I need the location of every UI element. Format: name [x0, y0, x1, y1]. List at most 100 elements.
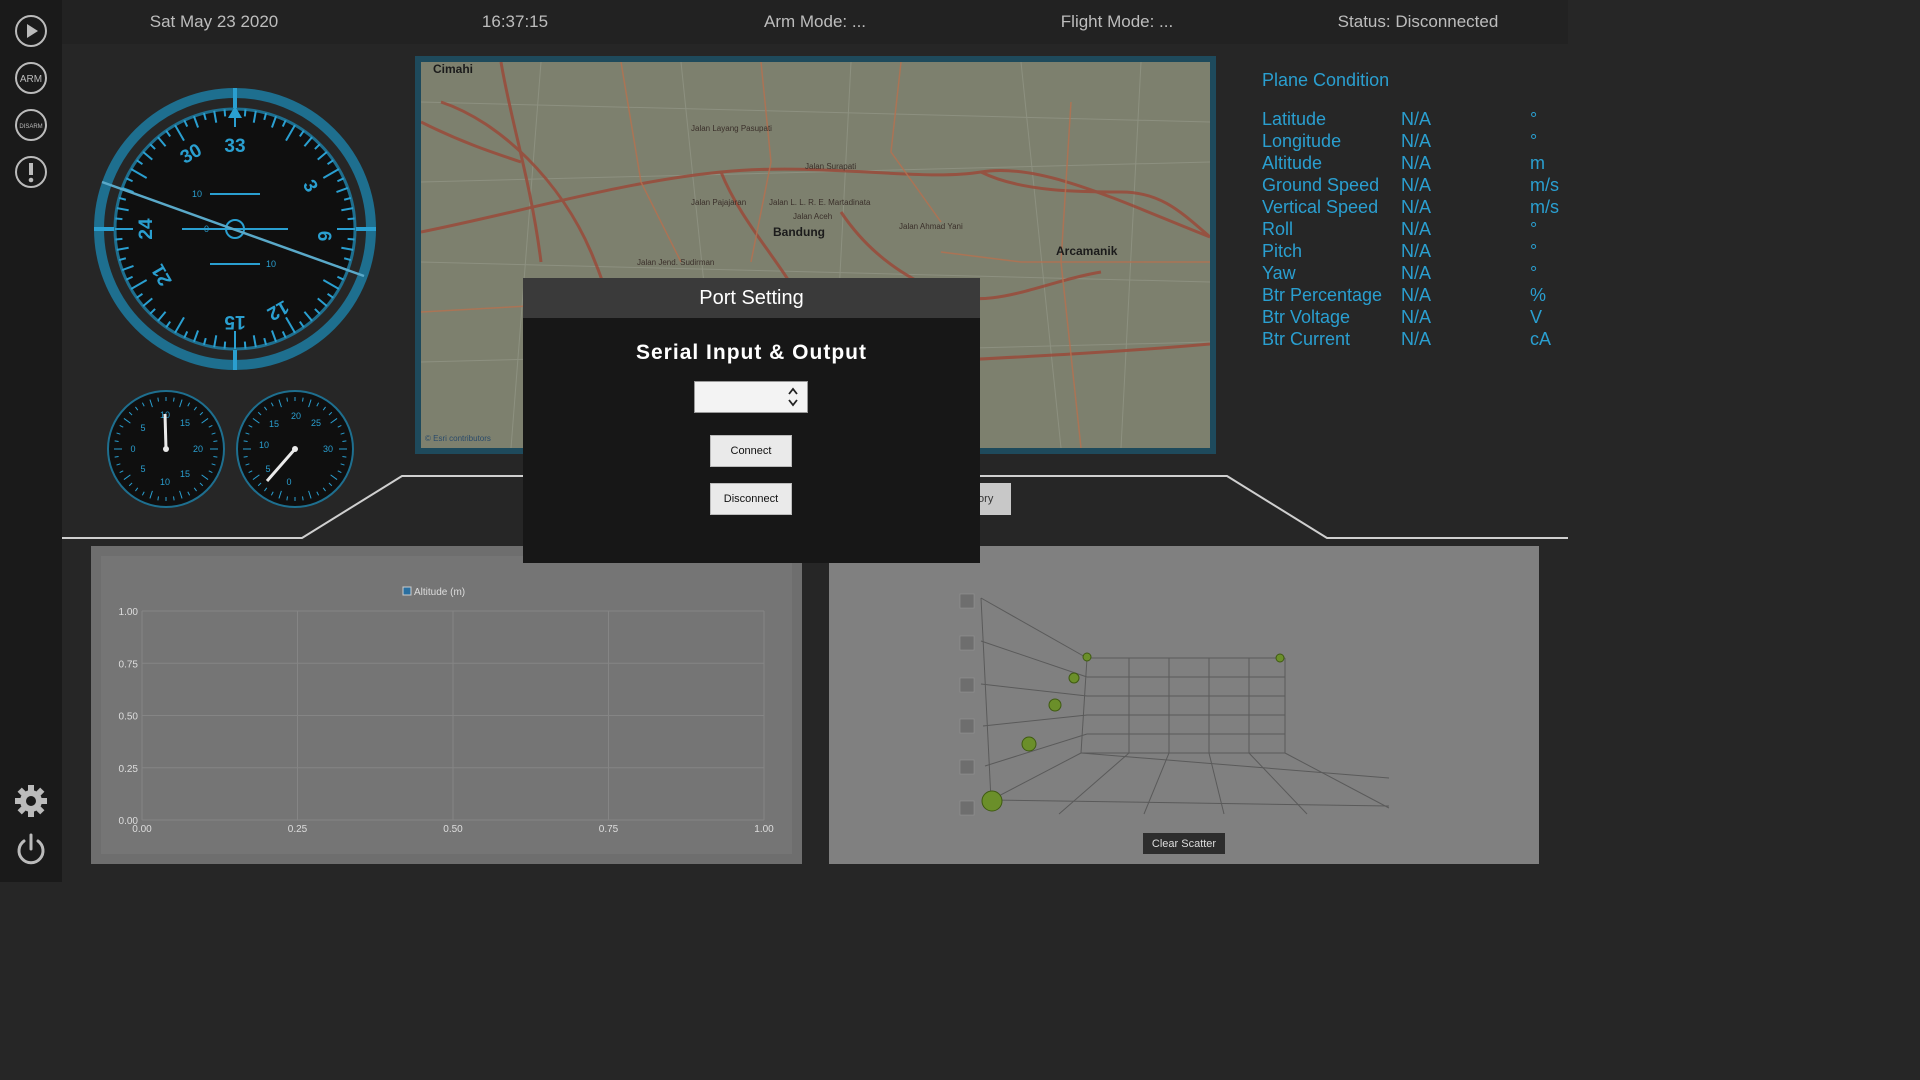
x-tick-label: 0.75 — [599, 824, 619, 835]
heading-label: 24 — [136, 218, 157, 240]
dialog-subtitle: Serial Input & Output — [636, 341, 867, 364]
heading-tick — [347, 217, 355, 221]
condition-label: Btr Voltage — [1262, 307, 1351, 327]
alert-button[interactable] — [14, 155, 48, 189]
condition-unit: ° — [1530, 131, 1538, 151]
condition-unit: ° — [1530, 263, 1538, 283]
gauge-tick — [213, 440, 218, 442]
heading-tick — [347, 237, 355, 241]
scatter-point — [1068, 672, 1080, 684]
port-setting-dialog: Port Setting Serial Input & Output Conne… — [523, 278, 980, 563]
gauge-tick — [243, 456, 248, 458]
map-place-label: Bandung — [773, 225, 825, 239]
disarm-icon: DISARM — [15, 109, 47, 141]
condition-unit: m/s — [1530, 175, 1559, 195]
condition-label: Btr Percentage — [1262, 285, 1383, 305]
power-button[interactable] — [14, 832, 48, 866]
map-place-label: Cimahi — [433, 62, 474, 76]
condition-label: Yaw — [1262, 263, 1296, 283]
map-place-label: Arcamanik — [1056, 244, 1118, 258]
heading-label: 15 — [224, 311, 246, 332]
condition-unit: cA — [1530, 329, 1552, 349]
scatter-3d-chart[interactable] — [829, 546, 1539, 864]
play-icon — [15, 15, 47, 47]
vs-label: 0 — [130, 444, 135, 454]
map-street-label: Jalan Jend. Sudirman — [637, 258, 715, 267]
map-street-label: Jalan Pajajaran — [691, 198, 747, 207]
condition-value: N/A — [1401, 219, 1432, 239]
x-tick-label: 1.00 — [754, 824, 774, 835]
condition-value: N/A — [1401, 285, 1432, 305]
flight-mode-text: Flight Mode: ... — [1060, 12, 1174, 31]
port-selector[interactable] — [694, 381, 808, 413]
gs-label: 10 — [259, 440, 269, 450]
spinner-arrows-icon[interactable] — [787, 386, 799, 408]
ground-speed-gauge: 20 25 30 15 10 5 0 — [236, 390, 354, 508]
play-button[interactable] — [14, 14, 48, 48]
connect-button[interactable]: Connect — [710, 435, 792, 467]
dialog-title: Port Setting — [523, 278, 980, 318]
history-button[interactable]: tory — [975, 483, 1011, 515]
condition-value: N/A — [1401, 307, 1432, 327]
altitude-chart-panel: Altitude (m) 0.00 0.25 0.50 0.75 1.00 0.00 0.… — [91, 546, 802, 864]
settings-button[interactable] — [14, 784, 48, 818]
x-tick-label: 0.50 — [443, 824, 463, 835]
gs-label: 30 — [323, 444, 333, 454]
arm-icon: ARM — [15, 62, 47, 94]
condition-label: Roll — [1262, 219, 1294, 239]
exclamation-icon — [15, 156, 47, 188]
condition-label: Ground Speed — [1262, 175, 1380, 195]
legend-swatch — [402, 586, 412, 596]
altitude-chart-canvas: Altitude (m) 0.00 0.25 0.50 0.75 1.00 0.000.… — [119, 586, 774, 835]
condition-unit: V — [1530, 307, 1543, 327]
condition-unit: ° — [1530, 241, 1538, 261]
gauge-tick — [213, 456, 218, 458]
gs-label: 0 — [286, 477, 291, 487]
heading-tick — [243, 341, 247, 349]
status-text: Status: Disconnected — [1337, 12, 1499, 31]
pitch-mark: 10 — [192, 189, 202, 199]
condition-value: N/A — [1401, 131, 1432, 151]
gauge-tick — [157, 397, 159, 402]
y-tick-label: 0.00 — [119, 816, 139, 827]
scatter-point — [981, 790, 1003, 812]
power-icon — [17, 833, 45, 865]
time-text: 16:37:15 — [481, 12, 549, 31]
gs-label: 25 — [311, 418, 321, 428]
gauge-tick — [286, 397, 288, 402]
map-credit: © Esri contributors — [425, 434, 491, 443]
disconnect-button[interactable]: Disconnect — [710, 483, 792, 515]
vs-label: 20 — [193, 444, 203, 454]
gauge-tick — [173, 496, 175, 501]
plane-condition-title: Plane Condition — [1262, 70, 1390, 90]
disarm-button[interactable]: DISARM — [14, 108, 48, 142]
vs-label: 15 — [180, 469, 190, 479]
scatter-point — [1021, 736, 1037, 752]
heading-tick — [115, 217, 123, 221]
scatter-point — [1082, 652, 1092, 662]
condition-value: N/A — [1401, 175, 1432, 195]
heading-tick — [223, 109, 227, 117]
gear-icon — [15, 785, 47, 817]
heading-tick — [115, 237, 123, 241]
sidebar: ARM DISARM — [0, 0, 62, 882]
disarm-label: DISARM — [19, 124, 42, 130]
vertical-speed-gauge: 10 15 20 15 10 5 0 5 — [107, 390, 225, 508]
heading-tick — [223, 341, 227, 349]
arm-button[interactable]: ARM — [14, 61, 48, 95]
condition-value: N/A — [1401, 263, 1432, 283]
gs-label: 15 — [269, 419, 279, 429]
scatter-point — [1048, 698, 1062, 712]
condition-unit: m — [1530, 153, 1545, 173]
condition-unit: % — [1530, 285, 1547, 305]
scatter-panel: Clear Scatter — [829, 546, 1539, 864]
heading-tick — [243, 109, 247, 117]
clear-scatter-button[interactable]: Clear Scatter — [1143, 833, 1225, 854]
condition-label: Altitude — [1262, 153, 1323, 173]
gs-label: 5 — [265, 464, 270, 474]
condition-label: Latitude — [1262, 109, 1327, 129]
gauge-tick — [114, 440, 119, 442]
gauge-tick — [157, 496, 159, 501]
pitch-mark: 0 — [204, 224, 209, 234]
gauge-tick — [286, 496, 288, 501]
